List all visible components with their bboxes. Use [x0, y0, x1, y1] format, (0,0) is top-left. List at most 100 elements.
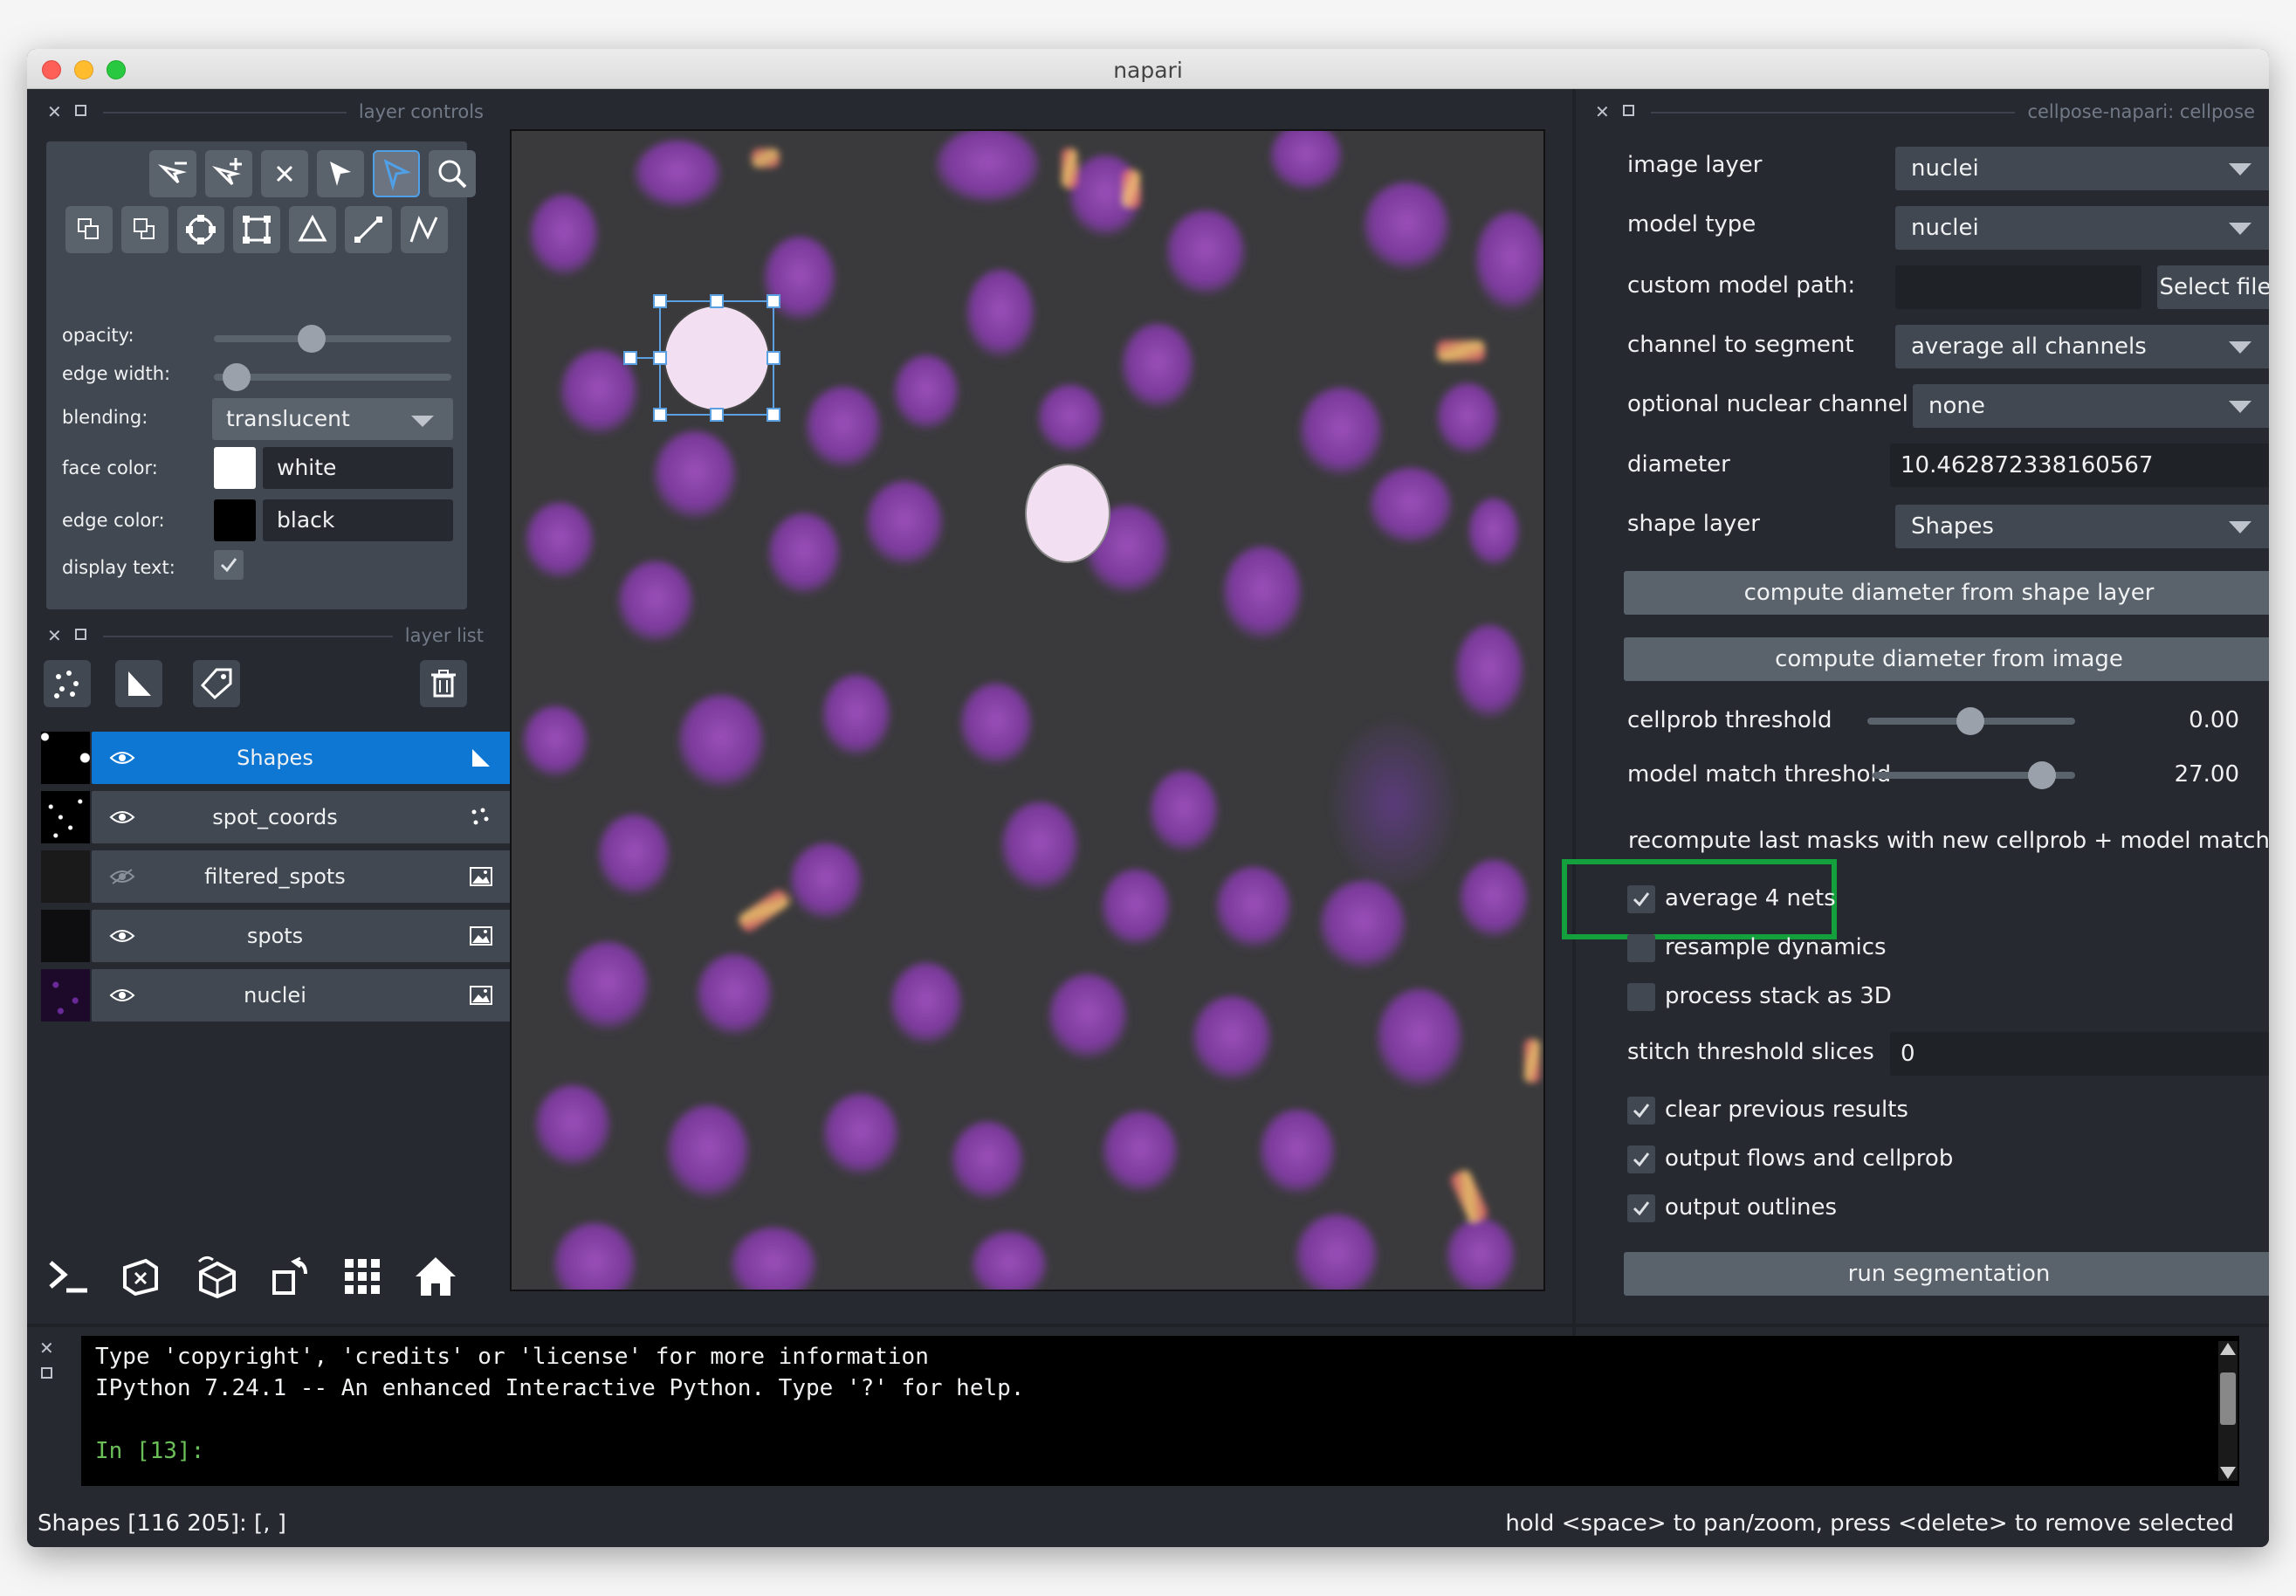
output-flows-checkbox[interactable] [1627, 1145, 1655, 1173]
stitch-threshold-input[interactable]: 0 [1890, 1032, 2269, 1076]
chevron-down-icon [2229, 341, 2251, 354]
console-button[interactable] [41, 1249, 97, 1304]
remove-vertex-icon [157, 162, 187, 184]
toggle-ndisplay-button[interactable] [113, 1249, 168, 1304]
add-polygon-button[interactable] [289, 206, 336, 253]
close-dock-icon[interactable]: ✕ [47, 101, 62, 122]
process-stack-3d-checkbox[interactable] [1627, 983, 1655, 1011]
checkmark-icon [1633, 1201, 1650, 1216]
add-line-button[interactable] [345, 206, 392, 253]
drawn-ellipse-shape[interactable] [1025, 464, 1110, 563]
recompute-masks-button[interactable]: recompute last masks with new cellprob +… [1624, 819, 2269, 863]
output-outlines-checkbox[interactable] [1627, 1194, 1655, 1222]
shape-layer-label: shape layer [1627, 511, 1760, 537]
opacity-slider-handle[interactable] [298, 325, 326, 353]
new-shapes-layer-button[interactable] [115, 660, 162, 707]
new-points-layer-button[interactable] [44, 660, 91, 707]
image-layer-dropdown[interactable]: nuclei [1895, 147, 2269, 190]
add-vertex-button[interactable] [205, 150, 252, 197]
chevron-down-icon [2229, 223, 2251, 235]
remove-vertex-button[interactable] [149, 150, 196, 197]
opacity-slider[interactable] [214, 325, 451, 353]
compute-diameter-shape-button[interactable]: compute diameter from shape layer [1624, 571, 2269, 615]
transpose-dims-button[interactable] [263, 1249, 319, 1304]
grid-view-button[interactable] [334, 1249, 390, 1304]
cellprob-slider-handle[interactable] [1956, 707, 1984, 735]
chevron-down-icon [411, 416, 434, 427]
channel-to-segment-dropdown[interactable]: average all channels [1895, 325, 2269, 368]
layer-thumbnail [41, 910, 90, 962]
shape-layer-dropdown[interactable]: Shapes [1895, 505, 2269, 548]
cellprob-threshold-slider[interactable] [1867, 707, 2075, 735]
select-shape-button[interactable] [373, 150, 420, 197]
layer-row-nuclei[interactable]: nuclei [92, 969, 511, 1022]
reset-view-button[interactable] [408, 1249, 464, 1304]
model-match-slider-handle[interactable] [2028, 761, 2056, 789]
select-file-button[interactable]: Select file [2157, 265, 2269, 309]
ipython-console[interactable]: Type 'copyright', 'credits' or 'license'… [81, 1336, 2239, 1486]
clear-previous-results-checkbox[interactable] [1627, 1097, 1655, 1125]
close-dock-icon[interactable]: ✕ [47, 625, 62, 646]
move-back-button[interactable] [121, 206, 168, 253]
custom-model-path-input[interactable] [1895, 265, 2141, 309]
selected-ellipse-shape[interactable] [623, 294, 780, 422]
add-ellipse-button[interactable] [177, 206, 224, 253]
model-type-dropdown[interactable]: nuclei [1895, 206, 2269, 250]
roll-dims-button[interactable] [189, 1249, 245, 1304]
layer-row-filtered-spots[interactable]: filtered_spots [92, 850, 511, 903]
layer-name: Shapes [237, 746, 313, 770]
layer-row-spots[interactable]: spots [92, 910, 511, 962]
delete-shape-button[interactable] [261, 150, 308, 197]
face-color-swatch[interactable] [214, 447, 256, 489]
edge-width-slider[interactable] [214, 363, 451, 391]
direct-select-button[interactable] [317, 150, 364, 197]
scroll-up-icon[interactable] [2220, 1343, 2236, 1355]
face-color-input[interactable]: white [263, 447, 453, 489]
console-scrollbar[interactable] [2218, 1341, 2238, 1481]
layer-thumbnail [41, 969, 90, 1022]
resample-dynamics-checkbox[interactable] [1627, 934, 1655, 962]
model-type-label: model type [1627, 211, 1756, 237]
optional-nuclear-channel-dropdown[interactable]: none [1913, 384, 2269, 428]
diameter-input[interactable]: 10.462872338160567 [1890, 444, 2269, 487]
display-text-checkbox[interactable] [214, 550, 244, 580]
new-labels-layer-button[interactable] [193, 660, 240, 707]
magnifier-icon [438, 160, 467, 189]
chevron-down-icon [2229, 163, 2251, 175]
layer-row-shapes[interactable]: Shapes [92, 732, 511, 784]
edge-color-input[interactable]: black [263, 499, 453, 541]
scroll-down-icon[interactable] [2220, 1467, 2236, 1479]
dock-splitter[interactable] [1572, 89, 1576, 1355]
shapes-icon [472, 749, 490, 767]
float-dock-icon[interactable] [75, 105, 86, 116]
run-segmentation-button[interactable]: run segmentation [1624, 1252, 2269, 1296]
layer-name: spots [246, 924, 304, 948]
move-front-button[interactable] [65, 206, 113, 253]
layer-list-header: ✕ layer list [47, 622, 484, 653]
image-canvas[interactable] [510, 129, 1545, 1291]
average-4-nets-checkbox[interactable] [1627, 885, 1655, 913]
layer-thumbnail [41, 850, 90, 903]
layer-controls-header: ✕ layer controls [47, 98, 484, 129]
pan-zoom-button[interactable] [429, 150, 476, 197]
select-arrow-icon [383, 159, 411, 191]
checkmark-icon [220, 558, 237, 573]
delete-layer-button[interactable] [420, 660, 467, 707]
float-console-icon[interactable] [41, 1367, 52, 1379]
edge-color-swatch[interactable] [214, 499, 256, 541]
close-dock-icon[interactable]: ✕ [1595, 101, 1610, 122]
close-console-icon[interactable]: ✕ [39, 1338, 54, 1359]
console-splitter[interactable] [27, 1324, 2269, 1327]
compute-diameter-image-button[interactable]: compute diameter from image [1624, 637, 2269, 681]
image-icon [470, 867, 492, 886]
edge-width-slider-handle[interactable] [223, 363, 251, 391]
layer-controls-panel: opacity: edge width: blending: transluce… [46, 141, 476, 609]
scrollbar-handle[interactable] [2220, 1372, 2236, 1425]
float-dock-icon[interactable] [75, 629, 86, 640]
model-match-threshold-slider[interactable] [1873, 761, 2075, 789]
layer-row-spot-coords[interactable]: spot_coords [92, 791, 511, 843]
add-rectangle-button[interactable] [233, 206, 280, 253]
add-path-button[interactable] [401, 206, 448, 253]
blending-dropdown[interactable]: translucent [212, 398, 453, 440]
float-dock-icon[interactable] [1623, 105, 1634, 116]
